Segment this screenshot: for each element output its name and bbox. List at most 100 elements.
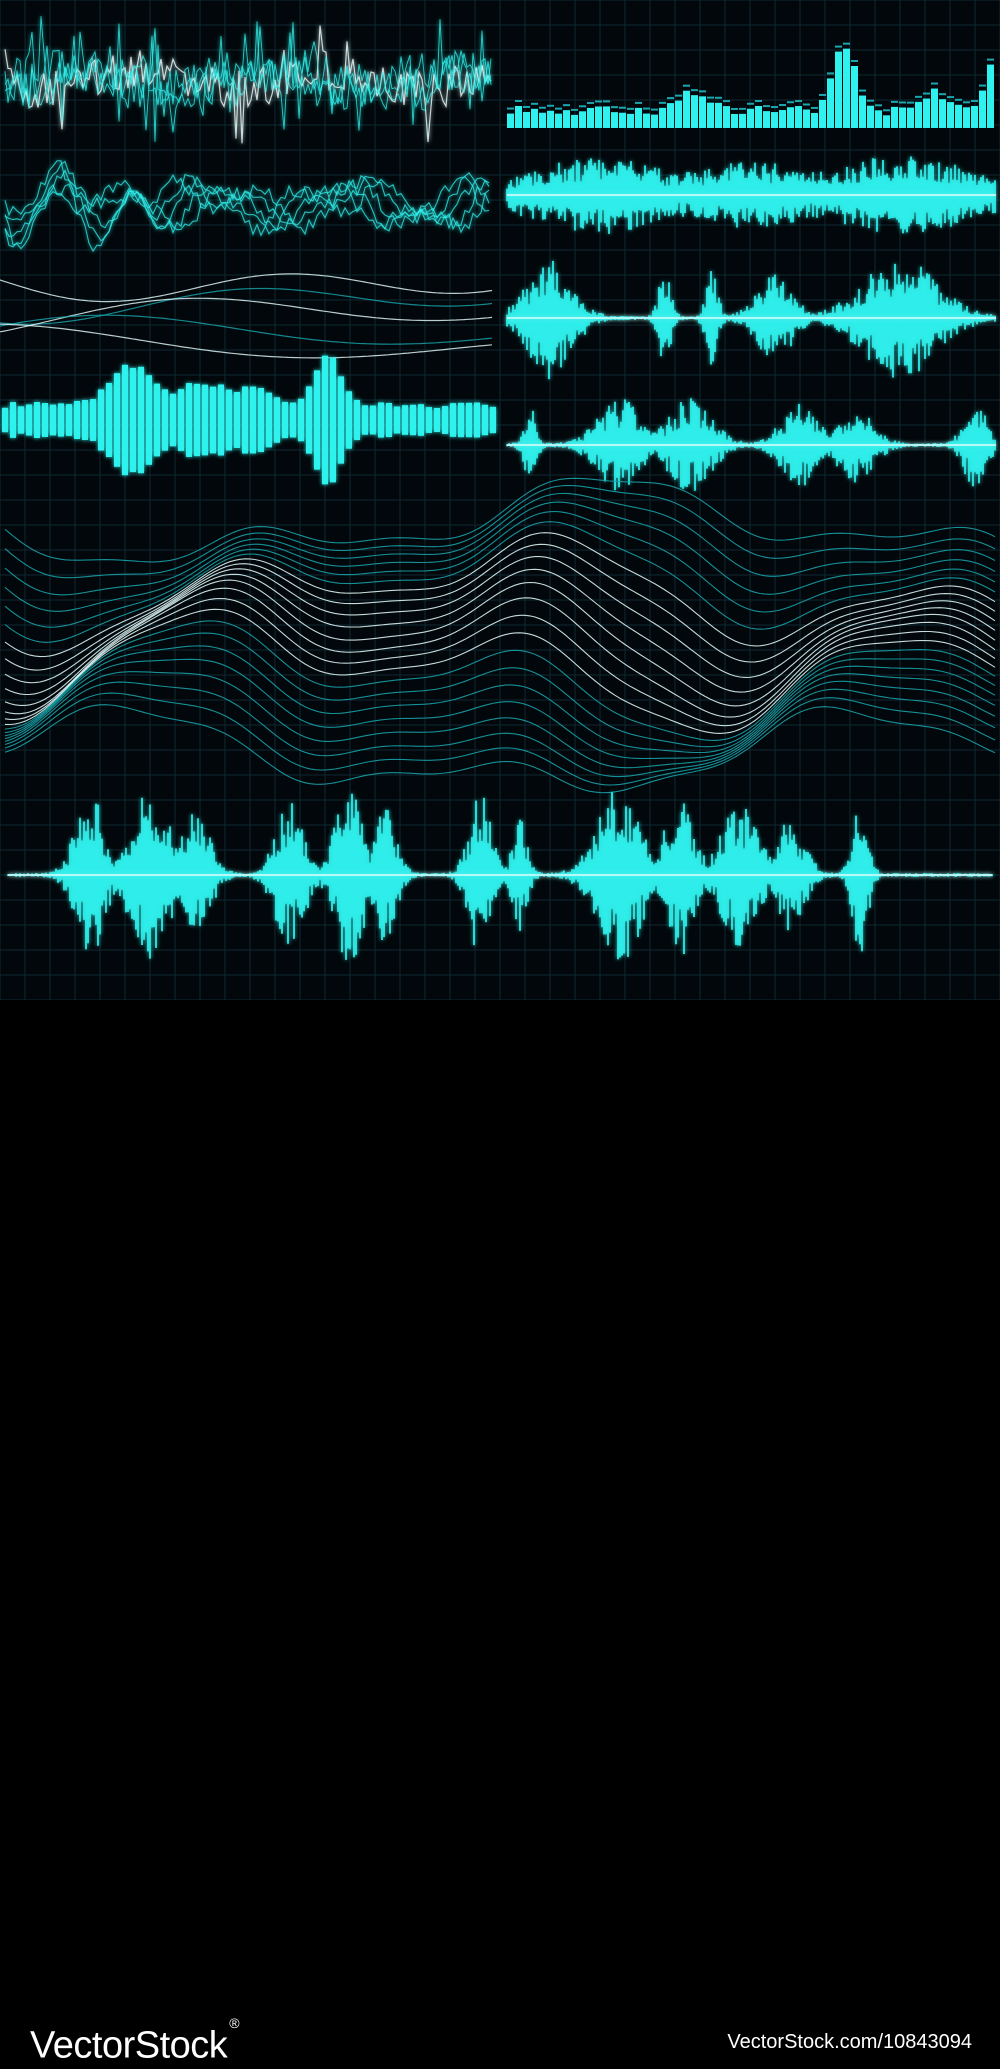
equalizer-bar [779,110,786,128]
equalizer-cap [683,84,690,87]
equalizer-cap [915,95,922,98]
equalizer-cap [675,94,682,97]
equalizer-bar [715,102,722,128]
equalizer-cap [883,109,890,112]
equalizer-bar [707,102,714,128]
equalizer-bar [739,113,746,128]
equalizer-bar [755,105,762,128]
bar [202,384,208,456]
bar [482,404,488,436]
bar [130,367,136,473]
equalizer-cap [643,107,650,110]
bar [458,402,464,438]
equalizer-bar [763,111,770,128]
equalizer-bar [683,90,690,128]
equalizer-bar [923,98,930,128]
equalizer-cap [747,102,754,105]
equalizer-bar [611,112,618,128]
equalizer-cap [955,98,962,101]
equalizer-cap [507,107,514,110]
bar [338,376,344,464]
bar [2,407,8,433]
equalizer-bar [939,99,946,128]
equalizer-bar [819,99,826,128]
bar [362,405,368,435]
bar [346,391,352,449]
bar [250,386,256,454]
equalizer-bar [507,113,514,128]
equalizer-cap [715,96,722,99]
bar [410,404,416,436]
equalizer-cap [963,101,970,104]
equalizer-cap [531,102,538,105]
equalizer-cap [723,100,730,103]
equalizer-cap [803,103,810,106]
bar [426,407,432,433]
equalizer-bar [531,108,538,128]
bar [434,407,440,433]
equalizer-cap [875,104,882,107]
bar [258,387,264,453]
equalizer-bar [875,110,882,128]
bar [34,402,40,438]
bar [26,404,32,436]
equalizer-bar [547,110,554,128]
equalizer-cap [571,108,578,111]
bar [322,355,328,485]
equalizer-bar [723,106,730,128]
equalizer-cap [835,45,842,48]
bar [90,399,96,441]
equalizer-cap [819,93,826,96]
registered-mark: ® [229,2015,240,2031]
equalizer-bar [563,110,570,128]
equalizer-bar [555,113,562,128]
bar [170,393,176,447]
equalizer-cap [587,101,594,104]
equalizer-cap [939,93,946,96]
equalizer-cap [611,106,618,109]
bar [418,404,424,436]
equalizer-cap [987,58,994,61]
equalizer-cap [755,99,762,102]
bar [450,403,456,437]
image-reference: VectorStock.com/10843094 [727,2031,972,2053]
bar [106,382,112,458]
bar [74,400,80,440]
equalizer-cap [923,92,930,95]
equalizer-cap [579,105,586,108]
equalizer-bar [747,108,754,128]
equalizer-bar [987,64,994,128]
equalizer-bar [595,106,602,128]
equalizer-cap [731,107,738,110]
bar [50,404,56,436]
equalizer-cap [547,104,554,107]
bar [162,389,168,451]
equalizer-cap [787,101,794,104]
bar [210,386,216,454]
bar [298,398,304,442]
equalizer-cap [659,101,666,104]
bar [394,406,400,434]
equalizer-cap [523,105,530,108]
equalizer-cap [619,106,626,109]
bar [98,389,104,451]
bar [154,383,160,457]
bar [314,370,320,470]
equalizer-bar [571,114,578,128]
equalizer-bar [835,51,842,128]
equalizer-cap [595,100,602,103]
bar [146,375,152,465]
equalizer-cap [827,72,834,75]
equalizer-cap [779,104,786,107]
equalizer-bar [667,103,674,128]
equalizer-bar [651,114,658,128]
bar [386,402,392,438]
bar [370,405,376,435]
equalizer-cap [771,106,778,109]
bar [10,402,16,438]
equalizer-cap [539,106,546,109]
sound-wave-artwork [0,0,1000,1000]
equalizer-bar [931,88,938,128]
equalizer-cap [563,104,570,107]
bar [18,406,24,434]
